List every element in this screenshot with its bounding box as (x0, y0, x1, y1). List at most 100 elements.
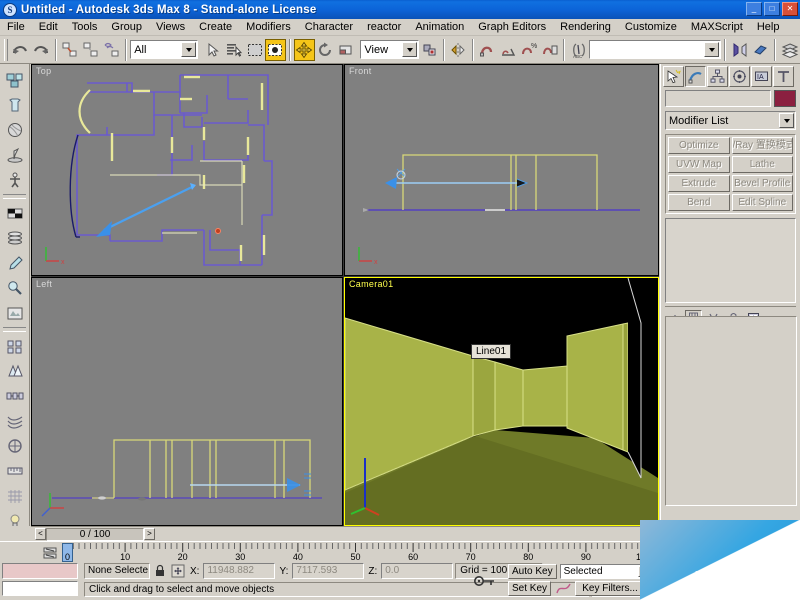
modifier-button-ray-displace[interactable]: /Ray 置换模式 (732, 137, 794, 154)
angle-snap-toggle-button[interactable] (498, 39, 519, 61)
prev-frame-button[interactable]: ◀| (668, 565, 685, 580)
menu-create[interactable]: Create (192, 20, 239, 34)
select-and-move-button[interactable] (294, 39, 315, 61)
chevron-down-icon[interactable] (779, 113, 794, 128)
redo-button[interactable] (31, 39, 52, 61)
menu-file[interactable]: File (0, 20, 32, 34)
object-name-field[interactable] (665, 90, 771, 107)
modifier-button-extrude[interactable]: Extrude (668, 175, 730, 192)
key-mode-combo[interactable]: Selected (560, 564, 652, 579)
key-filters-button[interactable]: Key Filters... (575, 581, 645, 596)
utilities-tab[interactable] (773, 66, 794, 87)
rectangular-selection-region-button[interactable] (244, 39, 265, 61)
object-color-swatch[interactable] (774, 90, 796, 107)
goto-start-button[interactable]: ⏮ (648, 565, 665, 580)
next-frame-arrow[interactable]: > (144, 528, 155, 540)
key-mode-toggle-icon[interactable] (462, 567, 506, 595)
maximize-button[interactable]: □ (764, 2, 780, 16)
snapshot-icon[interactable] (2, 359, 28, 383)
modifier-button-lathe[interactable]: Lathe (732, 156, 794, 173)
create-tab[interactable] (663, 66, 684, 87)
menu-group[interactable]: Group (104, 20, 149, 34)
absolute-mode-transform-icon[interactable] (170, 563, 186, 579)
motion-tab[interactable] (729, 66, 750, 87)
named-selection-set-combo[interactable] (589, 40, 721, 59)
window-crossing-button[interactable] (265, 39, 286, 61)
array-icon[interactable] (2, 384, 28, 408)
coord-y-field[interactable]: 7117.593 (292, 563, 364, 579)
eyedropper-icon[interactable] (2, 251, 28, 275)
menu-character[interactable]: Character (298, 20, 360, 34)
menu-graph-editors[interactable]: Graph Editors (471, 20, 553, 34)
modify-tab[interactable] (685, 66, 706, 87)
snaps-toggle-button[interactable] (477, 39, 498, 61)
maxscript-status-box[interactable] (2, 563, 78, 579)
viewport-camera[interactable]: Camera01 (344, 277, 659, 526)
frame-field[interactable]: < 0 / 100 > (35, 528, 155, 541)
coord-x-field[interactable]: 11948.882 (203, 563, 275, 579)
menu-modifiers[interactable]: Modifiers (239, 20, 298, 34)
bind-to-space-warp-button[interactable] (101, 39, 122, 61)
close-button[interactable]: ✕ (782, 2, 798, 16)
modifier-button-edit-spline[interactable]: Edit Spline (732, 194, 794, 211)
modifier-stack-list[interactable] (665, 218, 796, 303)
lock-selection-icon[interactable] (152, 563, 168, 579)
undo-button[interactable] (10, 39, 31, 61)
set-key-button[interactable]: Set Key (508, 581, 551, 596)
menu-animation[interactable]: Animation (408, 20, 471, 34)
set-key-curve-icon[interactable] (554, 581, 572, 596)
menu-edit[interactable]: Edit (32, 20, 65, 34)
mirror-button[interactable] (448, 39, 469, 61)
spacing-icon[interactable] (2, 409, 28, 433)
track-bar[interactable]: < 0 / 100 > (31, 526, 659, 541)
menu-maxscript[interactable]: MAXScript (684, 20, 750, 34)
geometry-icon[interactable] (2, 68, 28, 92)
arrange-icon[interactable] (2, 334, 28, 358)
current-frame-field[interactable]: 0 (668, 583, 696, 598)
modifier-button-optimize[interactable]: Optimize (668, 137, 730, 154)
menu-views[interactable]: Views (149, 20, 192, 34)
menu-help[interactable]: Help (750, 20, 787, 34)
menu-reactor[interactable]: reactor (360, 20, 408, 34)
select-and-scale-button[interactable] (336, 39, 357, 61)
clone-icon[interactable] (2, 434, 28, 458)
lights-icon[interactable] (2, 118, 28, 142)
viewport-left[interactable]: Left (31, 277, 343, 526)
chevron-down-icon[interactable] (181, 42, 196, 57)
grid-icon[interactable] (2, 484, 28, 508)
material-icon[interactable] (2, 201, 28, 225)
selection-filter-combo[interactable]: All (130, 40, 198, 59)
magnify-icon[interactable] (2, 276, 28, 300)
modifier-list-combo[interactable]: Modifier List (665, 111, 796, 130)
toolbar-grip[interactable] (4, 39, 8, 61)
percent-snap-toggle-button[interactable]: % (519, 39, 540, 61)
select-by-name-button[interactable] (223, 39, 244, 61)
maxscript-input-box[interactable] (2, 581, 78, 596)
auto-key-button[interactable]: Auto Key (508, 564, 557, 579)
chevron-down-icon[interactable] (402, 42, 417, 57)
unlink-selection-button[interactable] (80, 39, 101, 61)
maxscript-mini-listener[interactable] (2, 563, 78, 597)
timeline-ruler[interactable]: 0102030405060708090100 (0, 541, 660, 563)
coord-z-field[interactable]: 0.0 (381, 563, 453, 579)
spinner-snap-toggle-button[interactable] (539, 39, 560, 61)
hierarchy-tab[interactable] (707, 66, 728, 87)
minimize-button[interactable]: _ (746, 2, 762, 16)
menu-rendering[interactable]: Rendering (553, 20, 618, 34)
viewport-top[interactable]: Top (31, 64, 343, 276)
goto-end-button[interactable]: ⏭ (648, 583, 665, 598)
modifier-button-uvw-map[interactable]: UVW Map (668, 156, 730, 173)
shapes-icon[interactable] (2, 93, 28, 117)
align-button[interactable] (750, 39, 771, 61)
select-object-button[interactable] (202, 39, 223, 61)
select-and-link-button[interactable] (60, 39, 81, 61)
modifier-button-bevel-profile[interactable]: Bevel Profile (732, 175, 794, 192)
display-tab[interactable]: IA (751, 66, 772, 87)
helpers-icon[interactable] (2, 168, 28, 192)
cameras-icon[interactable] (2, 143, 28, 167)
render-icon[interactable] (2, 301, 28, 325)
stack-icon[interactable] (2, 226, 28, 250)
chevron-down-icon[interactable] (704, 42, 719, 57)
measure-icon[interactable] (2, 459, 28, 483)
reference-coordinate-system-combo[interactable]: View (360, 40, 419, 59)
